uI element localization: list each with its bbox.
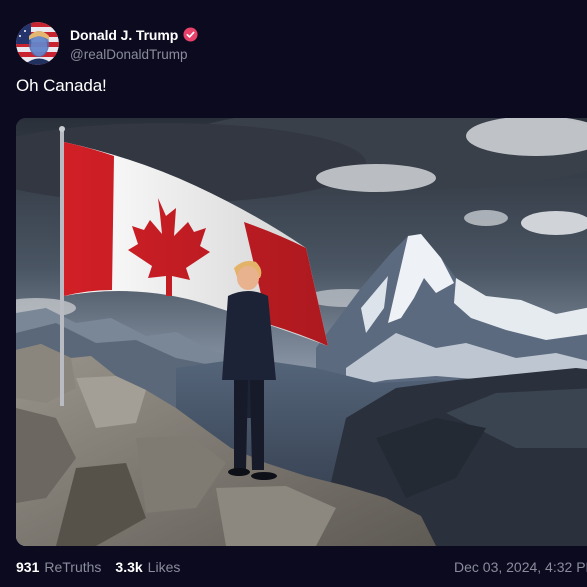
name-row: Donald J. Trump (70, 25, 198, 45)
avatar[interactable] (16, 21, 59, 65)
canada-flag-mountain-image (16, 118, 587, 546)
post-text: Oh Canada! (16, 76, 107, 95)
retruths-stat[interactable]: 931 ReTruths (16, 559, 101, 575)
truth-post: Donald J. Trump @realDonaldTrump Oh Cana… (0, 0, 587, 587)
post-footer: 931 ReTruths 3.3k Likes Dec 03, 2024, 4:… (16, 557, 587, 577)
post-timestamp[interactable]: Dec 03, 2024, 4:32 PM (454, 557, 587, 577)
author-names: Donald J. Trump @realDonaldTrump (70, 25, 198, 62)
verified-badge-icon (183, 27, 198, 42)
post-header: Donald J. Trump @realDonaldTrump (16, 21, 198, 65)
author-display-name[interactable]: Donald J. Trump (70, 27, 178, 43)
likes-count: 3.3k (115, 559, 143, 575)
post-image[interactable] (16, 118, 587, 546)
retruths-count: 931 (16, 559, 40, 575)
author-handle[interactable]: @realDonaldTrump (70, 47, 198, 62)
likes-label: Likes (147, 559, 181, 575)
likes-stat[interactable]: 3.3k Likes (115, 559, 180, 575)
retruths-label: ReTruths (44, 559, 102, 575)
